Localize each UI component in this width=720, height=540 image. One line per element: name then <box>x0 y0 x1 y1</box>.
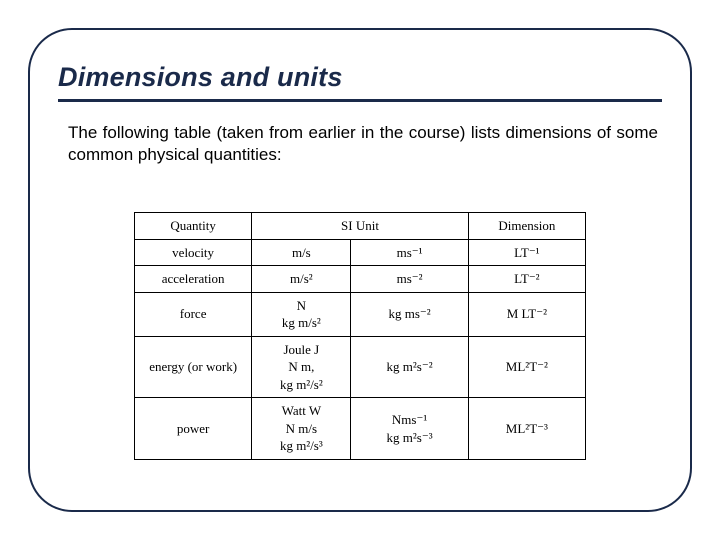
table-row: force N kg m/s² kg ms⁻² M LT⁻² <box>135 292 586 336</box>
cell-quantity: energy (or work) <box>135 336 252 398</box>
table-row: power Watt W N m/s kg m²/s³ Nms⁻¹ kg m²s… <box>135 398 586 460</box>
dimensions-table: Quantity SI Unit Dimension velocity m/s … <box>134 212 586 460</box>
cell-dimension: LT⁻¹ <box>468 239 585 266</box>
cell-si-unit: Watt W N m/s kg m²/s³ <box>252 398 351 460</box>
cell-dimension: M LT⁻² <box>468 292 585 336</box>
slide: Dimensions and units The following table… <box>0 0 720 540</box>
th-dimension: Dimension <box>468 213 585 240</box>
table-row: velocity m/s ms⁻¹ LT⁻¹ <box>135 239 586 266</box>
cell-dimension: ML²T⁻³ <box>468 398 585 460</box>
cell-quantity: power <box>135 398 252 460</box>
cell-si-unit: m/s² <box>252 266 351 293</box>
cell-si-equiv: ms⁻¹ <box>351 239 468 266</box>
cell-si-unit: N kg m/s² <box>252 292 351 336</box>
cell-dimension: LT⁻² <box>468 266 585 293</box>
table-row: energy (or work) Joule J N m, kg m²/s² k… <box>135 336 586 398</box>
table-row: acceleration m/s² ms⁻² LT⁻² <box>135 266 586 293</box>
slide-title: Dimensions and units <box>58 62 662 102</box>
slide-content: Dimensions and units The following table… <box>58 62 662 174</box>
cell-quantity: acceleration <box>135 266 252 293</box>
cell-quantity: force <box>135 292 252 336</box>
cell-quantity: velocity <box>135 239 252 266</box>
intro-text: The following table (taken from earlier … <box>58 122 662 166</box>
cell-si-unit: m/s <box>252 239 351 266</box>
th-quantity: Quantity <box>135 213 252 240</box>
cell-si-equiv: ms⁻² <box>351 266 468 293</box>
cell-si-equiv: Nms⁻¹ kg m²s⁻³ <box>351 398 468 460</box>
dimensions-table-wrap: Quantity SI Unit Dimension velocity m/s … <box>134 212 586 460</box>
cell-dimension: ML²T⁻² <box>468 336 585 398</box>
th-si-unit: SI Unit <box>252 213 468 240</box>
table-header-row: Quantity SI Unit Dimension <box>135 213 586 240</box>
cell-si-unit: Joule J N m, kg m²/s² <box>252 336 351 398</box>
cell-si-equiv: kg m²s⁻² <box>351 336 468 398</box>
cell-si-equiv: kg ms⁻² <box>351 292 468 336</box>
